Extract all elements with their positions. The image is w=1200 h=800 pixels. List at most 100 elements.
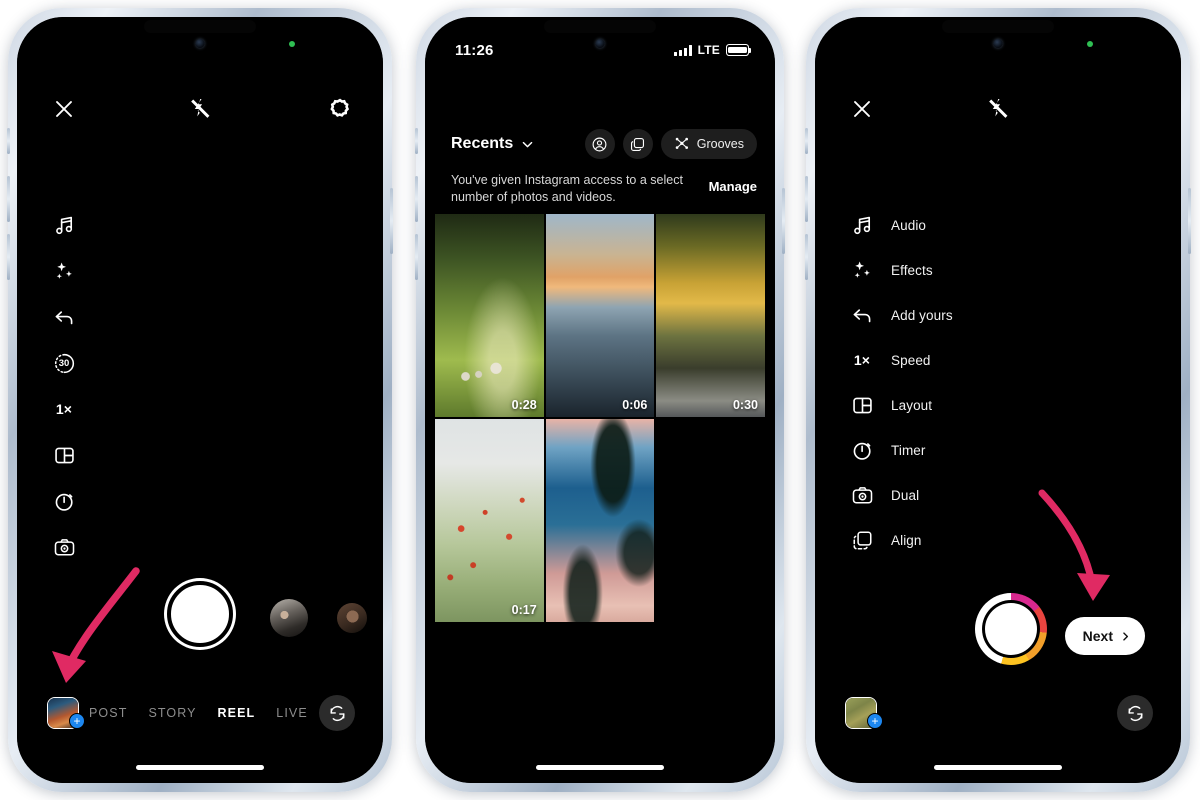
dual-camera-icon xyxy=(849,482,875,508)
duration-30-tool-icon[interactable]: 30 xyxy=(51,350,77,376)
add-yours-tool-icon[interactable] xyxy=(51,304,77,330)
close-icon[interactable] xyxy=(849,96,875,122)
align-icon xyxy=(849,527,875,553)
camera-top-bar xyxy=(17,89,383,129)
layers-pill-button[interactable] xyxy=(622,129,653,159)
chevron-right-icon xyxy=(1123,631,1129,641)
volume-up-button[interactable] xyxy=(7,176,10,222)
layout-tool-icon[interactable] xyxy=(51,442,77,468)
audio-tool-icon[interactable] xyxy=(51,212,77,238)
speed-value-label: 1× xyxy=(853,352,871,368)
effects-tool-icon[interactable] xyxy=(51,258,77,284)
timer-icon xyxy=(849,437,875,463)
close-icon[interactable] xyxy=(51,96,77,122)
add-badge-icon[interactable]: + xyxy=(867,713,883,729)
speed-icon: 1× xyxy=(849,347,875,373)
media-item[interactable]: 0:06 xyxy=(545,214,655,417)
network-label: LTE xyxy=(697,43,720,57)
sparkles-icon xyxy=(849,257,875,283)
notch xyxy=(942,20,1054,33)
front-camera-icon xyxy=(993,39,1003,48)
screenshot-stage: 30 1× + POST STORY REEL LIVE 11:26 LTE R… xyxy=(0,0,1200,800)
camera-tool-rail: 30 1× xyxy=(51,212,77,560)
front-camera-icon xyxy=(595,39,605,48)
menu-item-speed[interactable]: 1× Speed xyxy=(849,347,953,373)
menu-item-label: Timer xyxy=(891,442,926,458)
flip-camera-icon[interactable] xyxy=(319,695,355,731)
mode-live[interactable]: LIVE xyxy=(276,706,308,720)
duration-30-label: 30 xyxy=(58,357,70,369)
media-duration: 0:28 xyxy=(511,398,537,412)
phone-gallery: 11:26 LTE Recents Grooves You've given I… xyxy=(415,8,785,792)
media-duration: 0:17 xyxy=(511,603,537,617)
media-item[interactable]: 0:28 xyxy=(435,214,544,417)
mute-switch[interactable] xyxy=(805,128,808,154)
media-grid-empty-slot xyxy=(656,419,765,622)
stacked-squares-icon xyxy=(631,137,645,151)
menu-top-bar xyxy=(815,89,1181,129)
camera-active-indicator xyxy=(1087,41,1093,47)
speed-value-label: 1× xyxy=(55,401,73,417)
menu-item-label: Dual xyxy=(891,487,920,503)
power-button[interactable] xyxy=(1188,188,1191,254)
timer-tool-icon[interactable] xyxy=(51,488,77,514)
power-button[interactable] xyxy=(782,188,785,254)
camera-active-indicator xyxy=(289,41,295,47)
media-item[interactable]: 0:30 xyxy=(656,214,765,417)
speed-tool-icon[interactable]: 1× xyxy=(51,396,77,422)
record-button[interactable] xyxy=(975,593,1047,665)
front-camera-icon xyxy=(195,39,205,48)
menu-item-layout[interactable]: Layout xyxy=(849,392,953,418)
camera-screen: 30 1× + POST STORY REEL LIVE xyxy=(17,17,383,783)
flash-off-icon[interactable] xyxy=(187,96,213,122)
mode-reel[interactable]: REEL xyxy=(218,706,256,720)
media-item[interactable] xyxy=(545,419,655,622)
avatar[interactable] xyxy=(337,603,367,633)
album-selector[interactable]: Recents xyxy=(451,135,535,153)
media-grid: 0:28 0:06 0:30 0:17 xyxy=(435,214,765,622)
media-item[interactable]: 0:17 xyxy=(435,419,544,622)
profile-pill-button[interactable] xyxy=(584,129,615,159)
mode-selector: POST STORY REEL LIVE xyxy=(89,706,308,720)
mute-switch[interactable] xyxy=(7,128,10,154)
header-pills: Grooves xyxy=(584,129,757,159)
gallery-header: Recents Grooves xyxy=(425,121,775,167)
permission-note: You've given Instagram access to a selec… xyxy=(451,172,757,205)
manage-button[interactable]: Manage xyxy=(709,172,757,194)
home-indicator xyxy=(536,765,664,770)
avatar[interactable] xyxy=(270,599,308,637)
person-circle-icon xyxy=(592,137,607,151)
flip-camera-icon[interactable] xyxy=(1117,695,1153,731)
menu-item-timer[interactable]: Timer xyxy=(849,437,953,463)
grooves-pill-button[interactable]: Grooves xyxy=(660,129,757,159)
notch xyxy=(544,20,656,33)
volume-down-button[interactable] xyxy=(415,234,418,280)
media-duration: 0:06 xyxy=(622,398,648,412)
grooves-icon xyxy=(675,137,688,149)
grooves-label: Grooves xyxy=(696,137,744,151)
chevron-down-icon xyxy=(522,141,533,147)
menu-item-label: Effects xyxy=(891,262,933,278)
permission-message: You've given Instagram access to a selec… xyxy=(451,173,683,204)
volume-up-button[interactable] xyxy=(805,176,808,222)
menu-item-align[interactable]: Align xyxy=(849,527,953,553)
mode-story[interactable]: STORY xyxy=(148,706,196,720)
menu-item-audio[interactable]: Audio xyxy=(849,212,953,238)
menu-item-effects[interactable]: Effects xyxy=(849,257,953,283)
menu-screen: Audio Effects Add yours 1× Speed Layout … xyxy=(815,17,1181,783)
add-badge-icon[interactable]: + xyxy=(69,713,85,729)
dual-camera-tool-icon[interactable] xyxy=(51,534,77,560)
menu-item-add-yours[interactable]: Add yours xyxy=(849,302,953,328)
power-button[interactable] xyxy=(390,188,393,254)
gear-icon[interactable] xyxy=(327,96,353,122)
menu-item-dual[interactable]: Dual xyxy=(849,482,953,508)
shutter-button[interactable] xyxy=(167,581,233,647)
volume-down-button[interactable] xyxy=(7,234,10,280)
next-button[interactable]: Next xyxy=(1064,617,1145,655)
mode-post[interactable]: POST xyxy=(89,706,127,720)
menu-item-label: Audio xyxy=(891,217,927,233)
flash-off-icon[interactable] xyxy=(985,96,1011,122)
volume-up-button[interactable] xyxy=(415,176,418,222)
mute-switch[interactable] xyxy=(415,128,418,154)
volume-down-button[interactable] xyxy=(805,234,808,280)
